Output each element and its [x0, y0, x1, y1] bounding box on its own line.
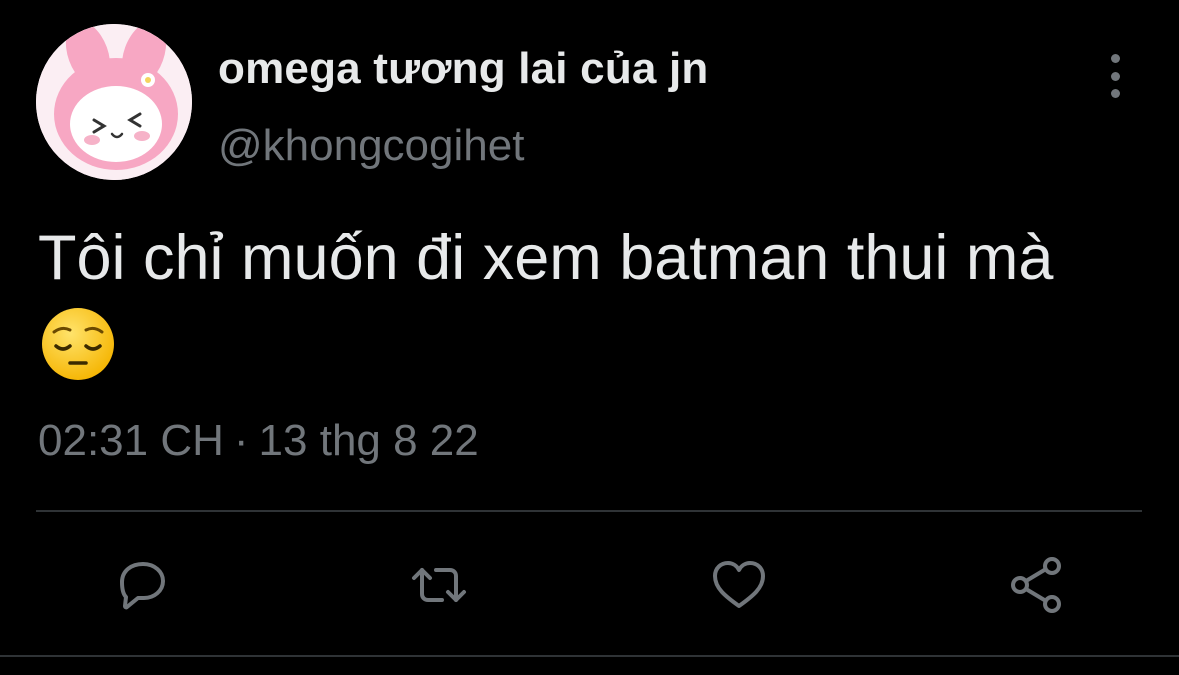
timestamp-separator: · [233, 416, 249, 465]
reply-icon [120, 562, 165, 610]
divider [36, 510, 1142, 512]
heart-icon [713, 561, 765, 608]
tweet-date: 13 thg 8 22 [258, 416, 479, 465]
tweet-text: Tôi chỉ muốn đi xem batman thui mà [38, 223, 1054, 293]
retweet-icon [412, 568, 466, 602]
avatar[interactable] [36, 24, 192, 180]
retweet-button[interactable] [406, 552, 472, 618]
tweet-timestamp[interactable]: 02:31 CH · 13 thg 8 22 [38, 416, 479, 466]
more-vertical-icon-dot [1110, 71, 1120, 81]
share-button[interactable] [1004, 552, 1070, 618]
more-vertical-icon-dot [1110, 89, 1120, 98]
share-icon [1011, 557, 1061, 613]
more-options-button[interactable] [1100, 54, 1130, 98]
pensive-face-emoji-icon [40, 306, 116, 382]
pink-bunny-avatar-icon [36, 24, 192, 180]
user-handle[interactable]: @khongcogihet [218, 121, 524, 171]
divider [0, 655, 1179, 657]
tweet-time: 02:31 CH [38, 416, 224, 465]
display-name[interactable]: omega tương lai của jn [218, 44, 709, 94]
like-button[interactable] [706, 552, 772, 618]
reply-button[interactable] [108, 552, 174, 618]
more-vertical-icon [1110, 54, 1120, 63]
